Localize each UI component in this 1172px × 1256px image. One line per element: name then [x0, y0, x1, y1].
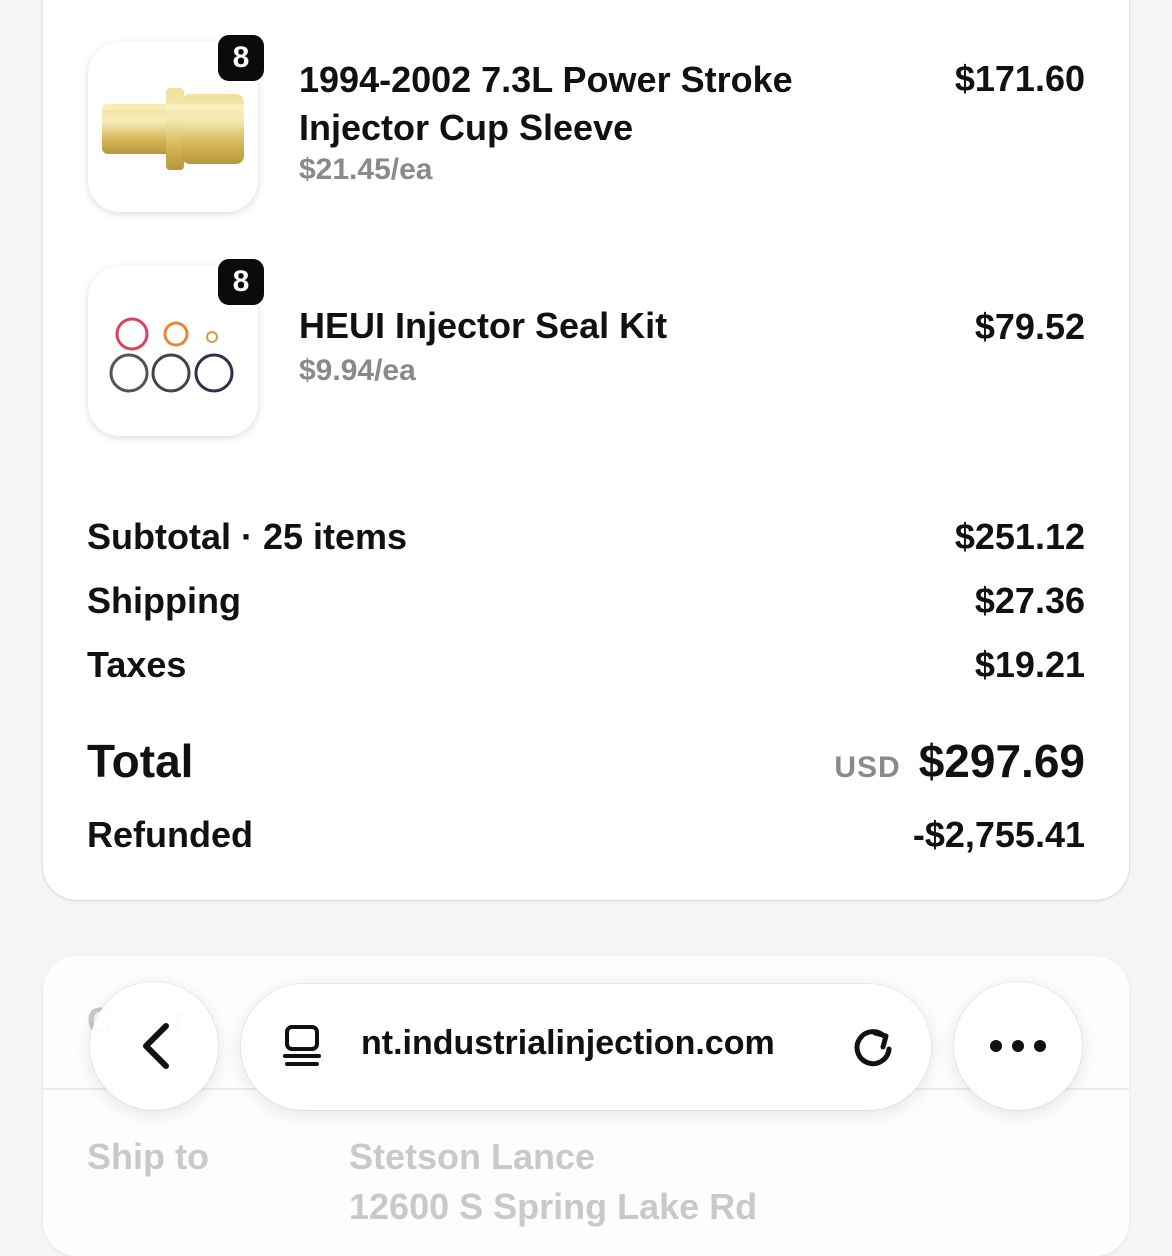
taxes-label: Taxes [87, 644, 187, 685]
taxes-row: Taxes $19.21 [87, 644, 1085, 686]
order-summary-card: 8 1994-2002 7.3L Power Stroke Injector C… [43, 0, 1129, 900]
line-price: $79.52 [974, 306, 1085, 347]
ship-to-address: 12600 S Spring Lake Rd [349, 1186, 758, 1227]
subtotal-label: Subtotal · 25 items [87, 516, 408, 557]
url-text[interactable]: nt.industrialinjection.com [361, 1024, 775, 1063]
total-label: Total [87, 735, 194, 787]
shipping-value: $27.36 [974, 580, 1085, 621]
back-button[interactable] [90, 982, 218, 1110]
total-row: Total USD $297.69 [87, 734, 1085, 788]
subtotal-row: Subtotal · 25 items $251.12 [87, 516, 1085, 558]
unit-price: $9.94/ea [299, 354, 416, 387]
shipping-label: Shipping [87, 580, 241, 621]
currency-code: USD [834, 751, 901, 784]
tab-overview-icon [283, 1025, 321, 1066]
total-value: $297.69 [918, 735, 1085, 787]
total-value-group: USD $297.69 [834, 734, 1085, 788]
refunded-label: Refunded [87, 814, 253, 855]
subtotal-value: $251.12 [954, 516, 1085, 557]
reload-icon[interactable] [845, 1019, 901, 1075]
more-button[interactable] [954, 982, 1082, 1110]
product-name: 1994-2002 7.3L Power Stroke Injector Cup… [299, 59, 793, 148]
refunded-row: Refunded -$2,755.41 [87, 814, 1085, 856]
address-bar[interactable]: nt.industrialinjection.com [241, 984, 931, 1110]
unit-price: $21.45/ea [299, 153, 433, 186]
line-price: $171.60 [954, 58, 1085, 99]
chevron-left-icon [143, 1023, 169, 1069]
ship-to-label: Ship to [87, 1136, 209, 1177]
refunded-value: -$2,755.41 [912, 814, 1085, 855]
quantity-badge: 8 [215, 32, 267, 84]
product-name: HEUI Injector Seal Kit [299, 305, 668, 346]
shipping-row: Shipping $27.36 [87, 580, 1085, 622]
quantity-badge: 8 [215, 256, 267, 308]
more-dots-icon [990, 1040, 1046, 1052]
ship-to-name: Stetson Lance [349, 1136, 596, 1177]
taxes-value: $19.21 [974, 644, 1085, 685]
